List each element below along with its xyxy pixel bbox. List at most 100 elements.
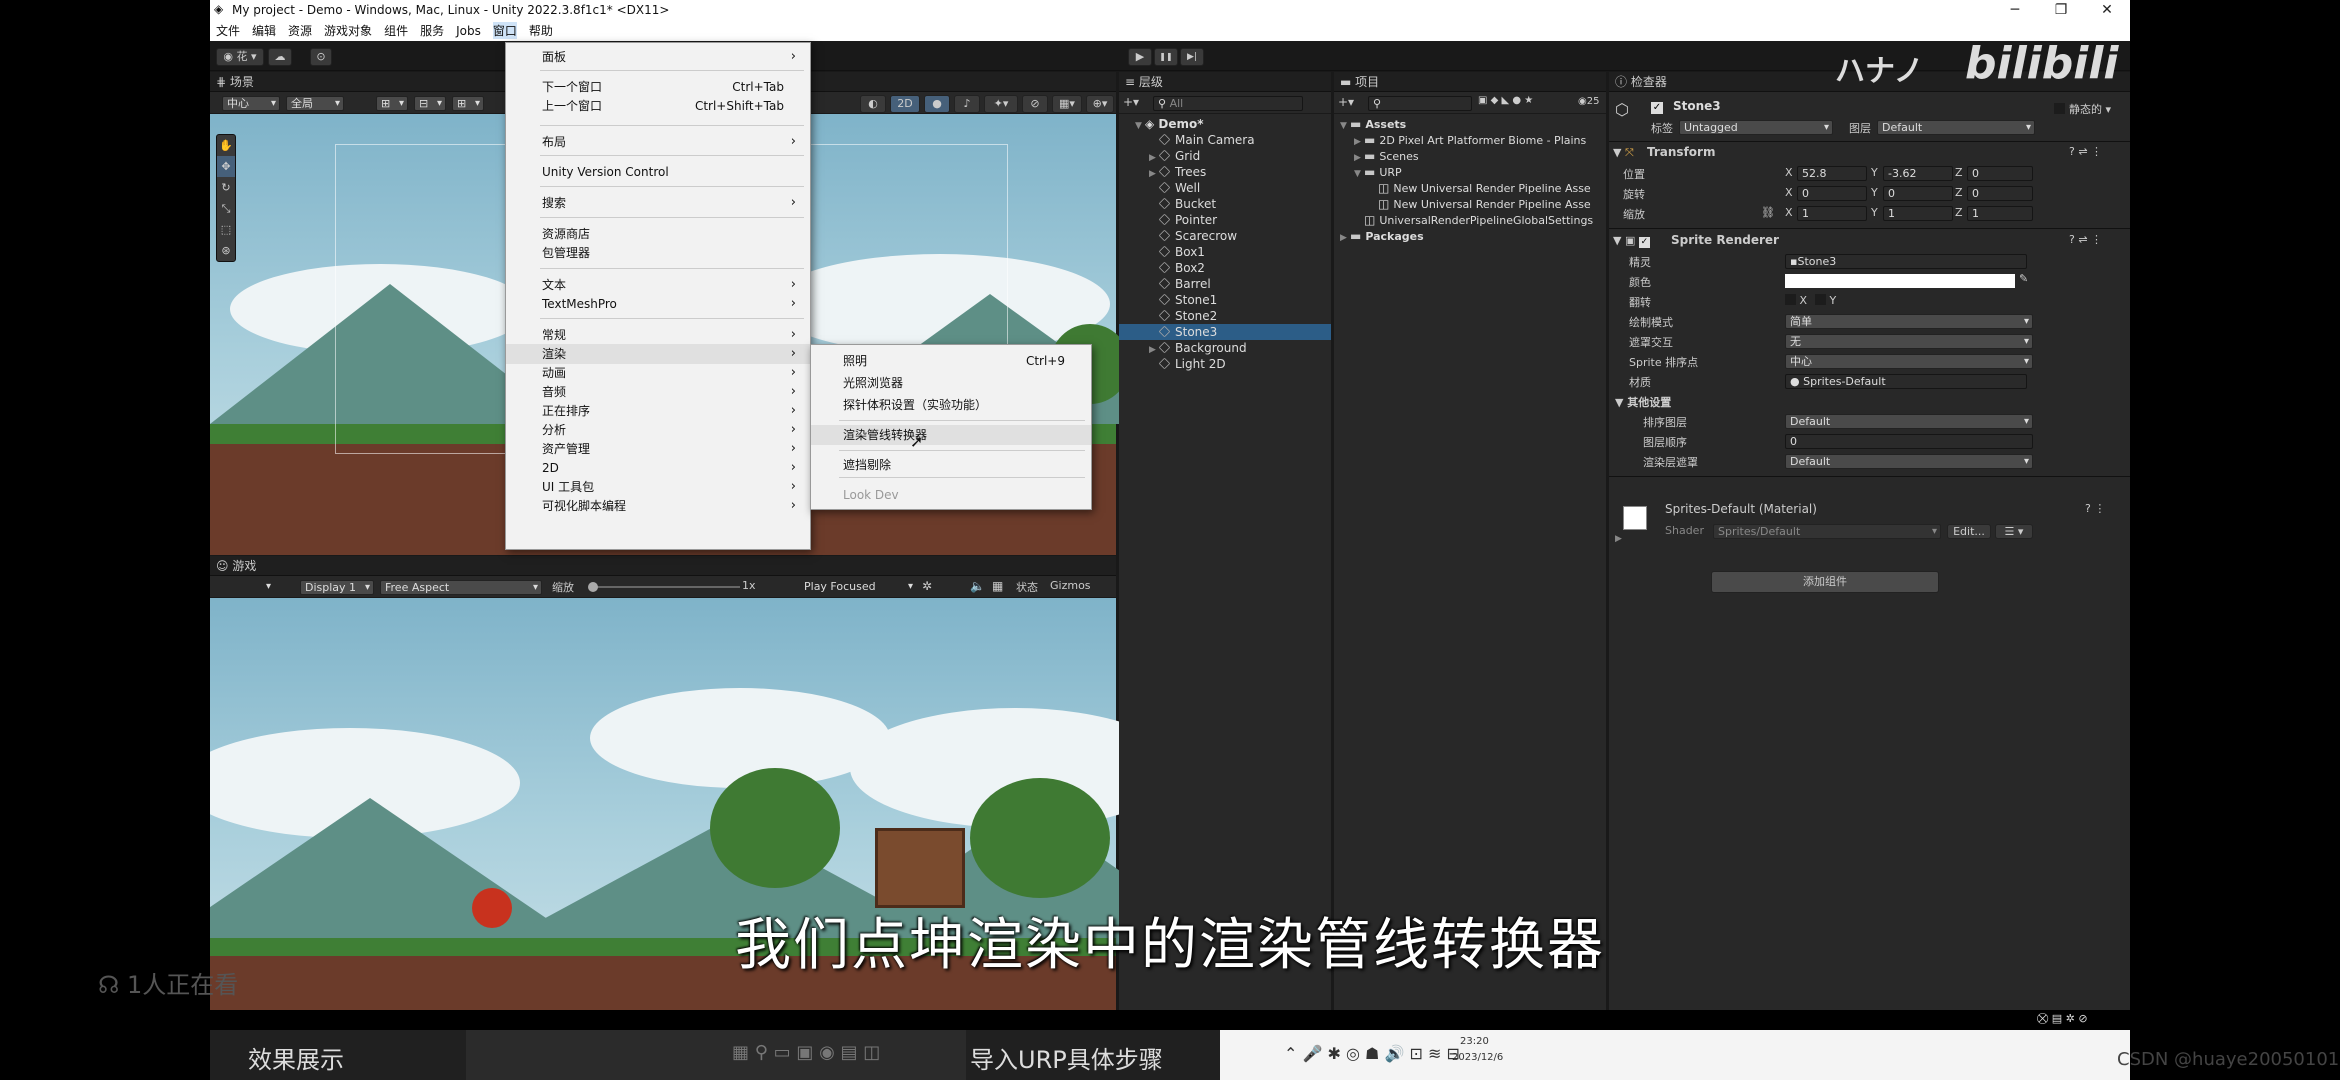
tag-dropdown[interactable]: Untagged: [1679, 120, 1833, 135]
hierarchy-item-barrel[interactable]: Barrel: [1119, 276, 1331, 292]
hierarchy-item-box2[interactable]: Box2: [1119, 260, 1331, 276]
visibility-toggle-icon[interactable]: ⊘: [1022, 95, 1048, 113]
shader-dropdown[interactable]: Sprites/Default: [1713, 524, 1941, 539]
eyedropper-icon[interactable]: ✎: [2019, 272, 2028, 285]
window-menu-item[interactable]: Unity Version Control: [506, 162, 810, 182]
urp-chapter-label[interactable]: 导入URP具体步骤: [970, 1040, 1163, 1075]
add-icon[interactable]: +▾: [1123, 95, 1139, 109]
scl-y-field[interactable]: 1: [1883, 206, 1953, 221]
increment-snap-dropdown[interactable]: ⊟: [414, 96, 446, 111]
gizmos-toggle-icon[interactable]: ⊕▾: [1086, 95, 1114, 113]
enabled-checkbox[interactable]: ✓: [1638, 237, 1650, 248]
mask-interaction-dropdown[interactable]: 无: [1785, 334, 2033, 349]
pos-z-field[interactable]: 0: [1967, 166, 2033, 181]
project-item[interactable]: ▶ ▬ Scenes: [1334, 148, 1606, 164]
menu-file[interactable]: 文件: [216, 22, 240, 39]
pos-y-field[interactable]: -3.62: [1883, 166, 1953, 181]
material-header[interactable]: Sprites-Default (Material): [1665, 502, 1817, 516]
rot-x-field[interactable]: 0: [1797, 186, 1867, 201]
camera-settings-icon[interactable]: ▦▾: [1052, 95, 1082, 113]
hierarchy-item-stone1[interactable]: Stone1: [1119, 292, 1331, 308]
filter-icons[interactable]: ▣ ◆ ◣ ● ★: [1478, 95, 1533, 106]
hierarchy-item-trees[interactable]: ▶ Trees: [1119, 164, 1331, 180]
scl-z-field[interactable]: 1: [1967, 206, 2033, 221]
aspect-dropdown[interactable]: Free Aspect: [380, 580, 542, 595]
rendering-layer-mask-dropdown[interactable]: Default: [1785, 454, 2033, 469]
window-menu-item[interactable]: 搜索 ›: [506, 193, 810, 213]
menu-jobs[interactable]: Jobs: [456, 24, 481, 38]
project-search[interactable]: ⚲: [1368, 96, 1472, 111]
active-checkbox[interactable]: ✓: [1651, 102, 1663, 114]
render-submenu-item[interactable]: 遮挡剔除: [811, 455, 1091, 475]
2d-toggle-button[interactable]: 2D: [890, 95, 920, 113]
window-menu-item[interactable]: 分析 ›: [506, 420, 810, 440]
shading-mode-icon[interactable]: ◐: [860, 95, 886, 113]
project-item[interactable]: ◫ New Universal Render Pipeline Asse: [1334, 180, 1606, 196]
project-item[interactable]: ▶ ▬ 2D Pixel Art Platformer Biome - Plains: [1334, 132, 1606, 148]
transform-tool-icon[interactable]: ⊛: [217, 240, 235, 261]
cloud-icon[interactable]: ☁: [268, 48, 292, 66]
hierarchy-tab[interactable]: ≡ 层级: [1119, 72, 1331, 92]
material-field[interactable]: ● Sprites-Default: [1785, 374, 2027, 389]
window-menu-item[interactable]: 音频 ›: [506, 382, 810, 402]
lighting-toggle-icon[interactable]: ●: [924, 95, 950, 113]
static-toggle[interactable]: 静态的 ▾: [2054, 101, 2111, 117]
space-dropdown[interactable]: 全局: [286, 96, 344, 111]
project-tab[interactable]: ▬ 项目: [1334, 72, 1606, 92]
window-menu-item[interactable]: 正在排序 ›: [506, 401, 810, 421]
transform-header[interactable]: Transform: [1647, 145, 1715, 159]
audio-toggle-icon[interactable]: ♪: [954, 95, 980, 113]
window-menu-item[interactable]: 常规 ›: [506, 325, 810, 345]
hierarchy-item-stone2[interactable]: Stone2: [1119, 308, 1331, 324]
pos-x-field[interactable]: 52.8: [1797, 166, 1867, 181]
hierarchy-item-background[interactable]: ▶ Background: [1119, 340, 1331, 356]
bug-icon[interactable]: ✲: [922, 579, 932, 593]
rot-y-field[interactable]: 0: [1883, 186, 1953, 201]
editor-status-icons[interactable]: ⛒ ▤ ✲ ⊘: [2037, 1012, 2088, 1026]
window-menu-item[interactable]: UI 工具包 ›: [506, 477, 810, 497]
constrain-link-icon[interactable]: ⛓: [1761, 206, 1775, 219]
mute-icon[interactable]: 🔈: [970, 579, 985, 593]
menu-edit[interactable]: 编辑: [252, 22, 276, 39]
project-item[interactable]: ▶ ▬ Packages: [1334, 228, 1606, 244]
display-dropdown[interactable]: Display 1: [300, 580, 374, 595]
menu-services[interactable]: 服务: [420, 22, 444, 39]
menu-assets[interactable]: 资源: [288, 22, 312, 39]
project-item[interactable]: ◫ UniversalRenderPipelineGlobalSettings: [1334, 212, 1606, 228]
draw-mode-dropdown[interactable]: 简单: [1785, 314, 2033, 329]
render-submenu-item[interactable]: 探针体积设置（实验功能）: [811, 395, 1091, 415]
taskbar-icons[interactable]: ▦ ⚲ ▭ ▣ ◉ ▤ ◫: [732, 1042, 880, 1063]
window-menu-item[interactable]: 资产管理 ›: [506, 439, 810, 459]
window-menu-item[interactable]: 动画 ›: [506, 363, 810, 383]
rotate-tool-icon[interactable]: ↻: [217, 177, 235, 198]
render-submenu-item[interactable]: 光照浏览器: [811, 373, 1091, 393]
window-menu-item[interactable]: 2D ›: [506, 458, 810, 478]
hierarchy-item-well[interactable]: Well: [1119, 180, 1331, 196]
sprite-renderer-fold-icon[interactable]: ▼ ▣ ✓: [1613, 234, 1650, 248]
project-item[interactable]: ▼ ▬ Assets: [1334, 116, 1606, 132]
color-swatch[interactable]: [1785, 274, 2015, 288]
pause-button[interactable]: ❚❚: [1154, 48, 1178, 66]
pivot-dropdown[interactable]: 中心: [222, 96, 280, 111]
hierarchy-item-scarecrow[interactable]: Scarecrow: [1119, 228, 1331, 244]
shader-edit-button[interactable]: Edit...: [1947, 524, 1991, 539]
scale-slider-thumb[interactable]: [588, 582, 598, 592]
effect-chapter-label[interactable]: 效果展示: [248, 1040, 344, 1075]
window-menu-item[interactable]: 文本 ›: [506, 275, 810, 295]
component-menu-icons[interactable]: ? ⇌ ⋮: [2069, 145, 2102, 158]
sorting-layer-dropdown[interactable]: Default: [1785, 414, 2033, 429]
hierarchy-item-stone3[interactable]: Stone3: [1119, 324, 1331, 340]
move-tool-icon[interactable]: ✥: [217, 156, 235, 177]
menu-component[interactable]: 组件: [384, 22, 408, 39]
scale-slider[interactable]: [588, 582, 740, 592]
rect-tool-icon[interactable]: ⬚: [217, 219, 235, 240]
scene-root[interactable]: ▼ ◈ Demo*: [1119, 116, 1331, 132]
play-button[interactable]: ▶: [1128, 48, 1152, 66]
material-menu-icons[interactable]: ? ⋮: [2085, 502, 2105, 515]
window-menu-item[interactable]: 渲染 ›: [506, 344, 810, 364]
shader-options-button[interactable]: ☰ ▾: [1995, 524, 2033, 539]
game-type-dropdown[interactable]: [266, 580, 274, 595]
grid-icon[interactable]: ▦: [992, 579, 1003, 593]
step-button[interactable]: ▶|: [1180, 48, 1204, 66]
hierarchy-item-box1[interactable]: Box1: [1119, 244, 1331, 260]
